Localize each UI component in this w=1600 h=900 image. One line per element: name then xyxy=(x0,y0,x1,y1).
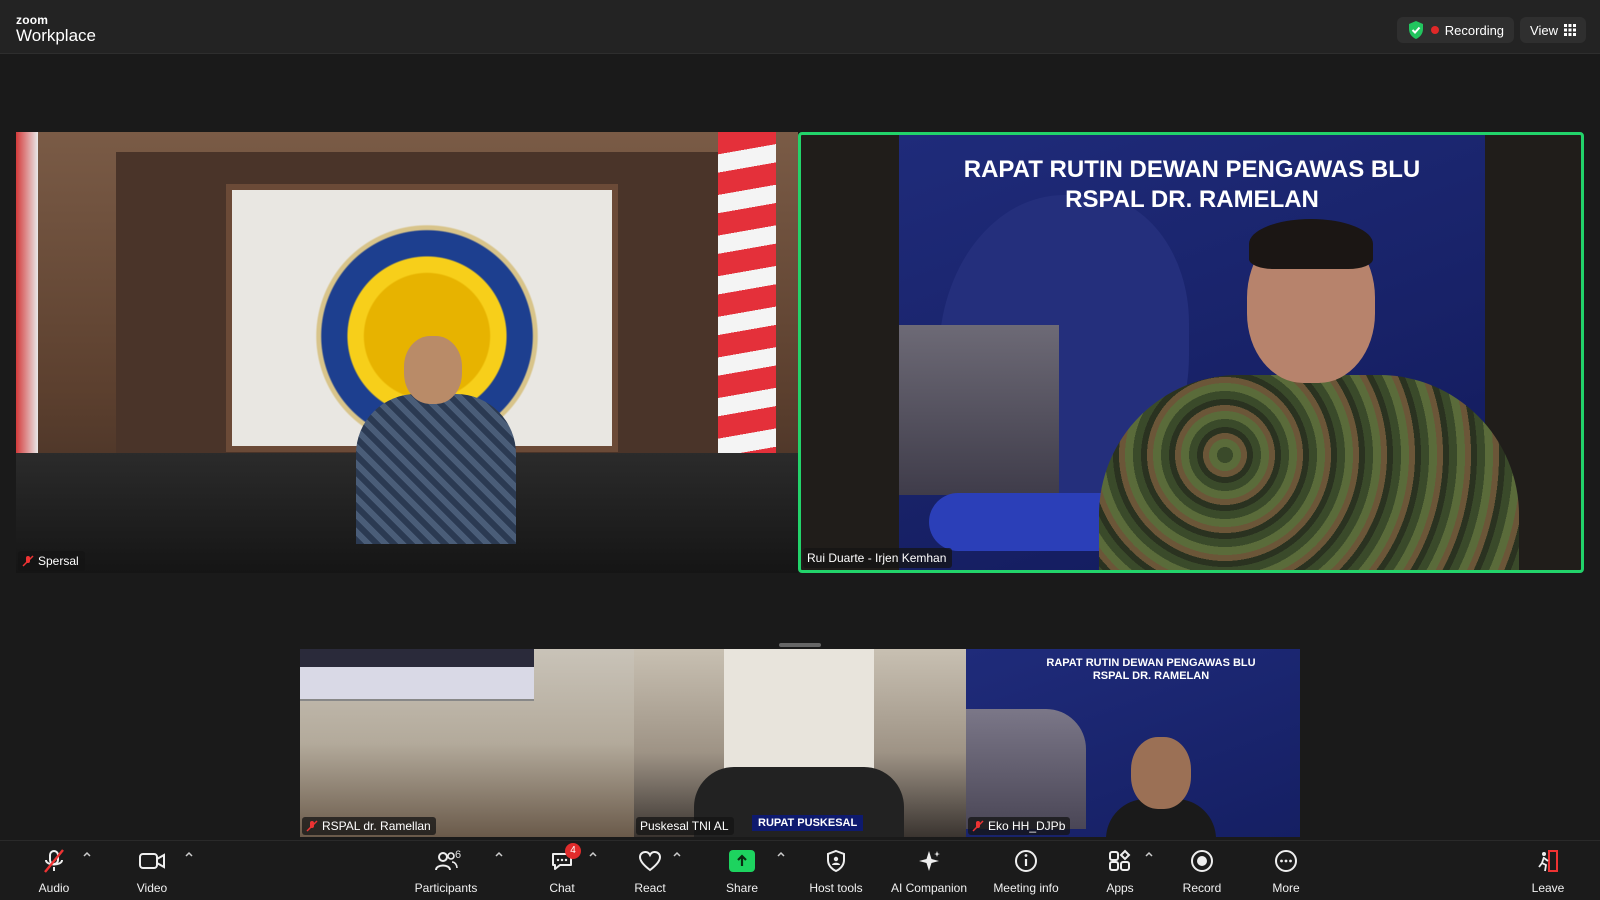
record-button[interactable]: Record xyxy=(1160,847,1244,897)
participant-video xyxy=(1106,737,1216,837)
grid-view-icon xyxy=(1564,24,1576,36)
mic-muted-icon xyxy=(22,555,34,567)
slide-title-line2: RSPAL DR. RAMELAN xyxy=(1092,670,1210,682)
strip-tile-eko[interactable]: RAPAT RUTIN DEWAN PENGAWAS BLU RSPAL DR.… xyxy=(966,649,1300,837)
info-icon xyxy=(1011,847,1041,875)
view-label: View xyxy=(1530,22,1558,38)
record-icon xyxy=(1187,847,1217,875)
mic-muted-icon xyxy=(972,820,984,832)
chat-label: Chat xyxy=(549,881,575,895)
strip-drag-handle[interactable] xyxy=(779,643,821,647)
more-dots-icon xyxy=(1271,847,1301,875)
hospital-building-photo xyxy=(899,325,1059,495)
more-button[interactable]: More xyxy=(1244,847,1328,897)
share-options-chevron-icon[interactable] xyxy=(776,849,788,861)
zoom-logo: zoom Workplace xyxy=(16,14,96,44)
more-label: More xyxy=(1272,881,1300,895)
chat-icon: 4 xyxy=(547,843,581,875)
audio-options-chevron-icon[interactable] xyxy=(82,849,94,861)
slide-title: RAPAT RUTIN DEWAN PENGAWAS BLU RSPAL DR.… xyxy=(899,155,1485,215)
slide-title-line2: RSPAL DR. RAMELAN xyxy=(1065,186,1319,213)
hospital-building-photo xyxy=(966,709,1086,829)
tile-name-label: Spersal xyxy=(18,551,85,571)
security-status[interactable]: Recording xyxy=(1396,17,1515,43)
share-screen-icon xyxy=(727,847,757,875)
share-button[interactable]: Share xyxy=(700,847,784,897)
host-tools-button[interactable]: Host tools xyxy=(794,847,878,897)
meeting-toolbar: Audio Video 6 Participants 4 Chat React … xyxy=(0,840,1600,900)
shield-check-icon xyxy=(1408,21,1423,39)
wall-screen xyxy=(300,649,534,701)
participant-video xyxy=(1099,219,1519,570)
meeting-info-button[interactable]: Meeting info xyxy=(980,847,1072,897)
participants-label: Participants xyxy=(414,881,478,895)
ai-companion-label: AI Companion xyxy=(890,881,968,895)
chat-unread-badge: 4 xyxy=(565,843,581,859)
strip-tile-rspal[interactable]: RSPAL dr. Ramellan xyxy=(300,649,634,837)
strip-tile-puskesal[interactable]: RUPAT PUSKESAL Puskesal TNI AL xyxy=(634,649,966,837)
view-button[interactable]: View xyxy=(1520,17,1586,43)
leave-button[interactable]: Leave xyxy=(1506,847,1590,897)
video-button[interactable]: Video xyxy=(110,847,194,897)
video-options-chevron-icon[interactable] xyxy=(184,849,196,861)
top-right-controls: Recording View xyxy=(1396,17,1586,43)
tile-name-label: Rui Duarte - Irjen Kemhan xyxy=(803,548,953,568)
share-label: Share xyxy=(725,881,759,895)
recording-dot-icon xyxy=(1430,26,1439,34)
participants-button[interactable]: 6 Participants xyxy=(404,847,488,897)
participant-name: Spersal xyxy=(38,554,79,568)
participant-name: Eko HH_DJPb xyxy=(988,819,1066,833)
tile-name-label: RSPAL dr. Ramellan xyxy=(302,817,436,835)
participant-name: Puskesal TNI AL xyxy=(640,819,729,833)
participant-name: Rui Duarte - Irjen Kemhan xyxy=(807,551,947,565)
audio-label: Audio xyxy=(38,881,70,895)
virtual-background-slide: RAPAT RUTIN DEWAN PENGAWAS BLU RSPAL DR.… xyxy=(899,135,1519,570)
participants-icon: 6 xyxy=(431,847,461,875)
sparkle-icon xyxy=(914,847,944,875)
slide-title-line1: RAPAT RUTIN DEWAN PENGAWAS BLU xyxy=(963,156,1421,183)
participant-video xyxy=(356,336,516,544)
slide-title-line1: RAPAT RUTIN DEWAN PENGAWAS BLU xyxy=(1046,657,1256,669)
mic-muted-icon xyxy=(39,847,69,875)
video-label: Video xyxy=(136,881,168,895)
brand-line1: zoom xyxy=(16,13,49,27)
record-label: Record xyxy=(1182,881,1222,895)
leave-door-icon xyxy=(1533,847,1563,875)
participant-name: RSPAL dr. Ramellan xyxy=(322,819,431,833)
top-bar: zoom Workplace Recording View xyxy=(0,0,1600,54)
video-tile-rui-duarte[interactable]: RAPAT RUTIN DEWAN PENGAWAS BLU RSPAL DR.… xyxy=(798,132,1584,573)
brand-line2: Workplace xyxy=(16,26,96,45)
apps-icon xyxy=(1105,847,1135,875)
react-label: React xyxy=(634,881,666,895)
puskesal-wall xyxy=(724,649,874,769)
host-shield-icon xyxy=(821,847,851,875)
mic-muted-icon xyxy=(306,820,318,832)
leave-label: Leave xyxy=(1531,881,1565,895)
tile-name-label: Puskesal TNI AL xyxy=(636,817,734,835)
meeting-info-label: Meeting info xyxy=(993,881,1059,895)
host-tools-label: Host tools xyxy=(809,881,863,895)
recording-label: Recording xyxy=(1444,22,1505,38)
chat-options-chevron-icon[interactable] xyxy=(588,849,600,861)
participants-options-chevron-icon[interactable] xyxy=(494,849,506,861)
room-banner: RUPAT PUSKESAL xyxy=(752,815,864,831)
camera-icon xyxy=(137,847,167,875)
slide-title: RAPAT RUTIN DEWAN PENGAWAS BLU RSPAL DR.… xyxy=(1006,657,1296,683)
react-options-chevron-icon[interactable] xyxy=(672,849,684,861)
tile-name-label: Eko HH_DJPb xyxy=(968,817,1071,835)
apps-label: Apps xyxy=(1106,881,1134,895)
apps-options-chevron-icon[interactable] xyxy=(1144,849,1156,861)
participants-count: 6 xyxy=(455,849,462,861)
video-tile-spersal[interactable]: Spersal xyxy=(16,132,798,573)
ai-companion-button[interactable]: AI Companion xyxy=(882,847,976,897)
heart-icon xyxy=(635,847,665,875)
